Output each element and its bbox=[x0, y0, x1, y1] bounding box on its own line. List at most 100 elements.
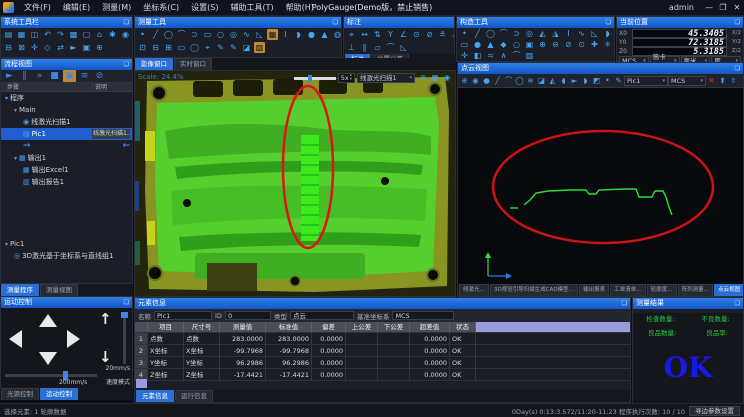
import-up-icon[interactable]: ⇧ bbox=[729, 75, 739, 86]
corner-icon[interactable]: ◩ bbox=[592, 75, 602, 86]
pin-icon[interactable]: ❏ bbox=[606, 17, 611, 28]
construct-peak-icon[interactable]: ◭ bbox=[537, 28, 548, 39]
view-all-icon[interactable]: ⊕ bbox=[460, 75, 470, 86]
tree-item[interactable]: ▾程序 bbox=[1, 92, 132, 104]
concentricity-icon[interactable]: ⊙ bbox=[411, 29, 422, 40]
construct-line-icon[interactable]: ╱ bbox=[472, 28, 483, 39]
jog-left-button[interactable] bbox=[9, 330, 22, 348]
profile-viewport[interactable] bbox=[458, 88, 743, 284]
construct-add-icon[interactable]: ✚ bbox=[589, 39, 600, 50]
camera-view-icon[interactable]: ◉ bbox=[471, 75, 481, 86]
tab-1[interactable]: 运动控制 bbox=[40, 388, 78, 400]
spinner-arrows-icon[interactable]: ▴▾ bbox=[350, 74, 352, 82]
line-icon[interactable]: ╱ bbox=[150, 29, 161, 40]
frame-icon[interactable]: ▢ bbox=[81, 29, 92, 40]
speed-slider-track[interactable] bbox=[123, 312, 126, 364]
grid-view-icon[interactable]: ▦ bbox=[430, 73, 440, 83]
construct-angle-icon[interactable]: ◺ bbox=[589, 28, 600, 39]
parallelism-icon[interactable]: ∥ bbox=[359, 42, 370, 53]
table-row[interactable]: 3Y坐标Y坐标96.298696.29860.00000.0000OK bbox=[135, 357, 630, 369]
ellipse-icon[interactable]: ○ bbox=[215, 29, 226, 40]
open-arc-icon[interactable]: ⊃ bbox=[189, 29, 200, 40]
construct-vertex-icon[interactable]: ∧ bbox=[498, 50, 509, 61]
slot-icon[interactable]: ◗ bbox=[293, 29, 304, 40]
tab-1[interactable]: 运行信息 bbox=[175, 390, 213, 402]
tree-item[interactable]: ▾▦输出1 bbox=[1, 152, 132, 164]
construct-plane-icon[interactable]: ▣ bbox=[524, 39, 535, 50]
construct-half-icon[interactable]: ◧ bbox=[472, 50, 483, 61]
distance-v-icon[interactable]: ⇅ bbox=[372, 29, 383, 40]
lock-icon[interactable]: ▣ bbox=[63, 70, 76, 82]
open-file-icon[interactable]: ▦ bbox=[16, 29, 27, 40]
menu-edit[interactable]: 编辑(E) bbox=[57, 0, 96, 16]
roi-rect-icon[interactable]: ▭ bbox=[176, 42, 187, 53]
close-icon[interactable]: ✕ bbox=[730, 0, 744, 16]
minimize-icon[interactable]: — bbox=[702, 0, 716, 16]
point-select-icon[interactable]: • bbox=[603, 75, 613, 86]
pin-icon[interactable]: ❏ bbox=[622, 298, 627, 309]
tree-item[interactable]: ◎3D激光基于坐标系与直线组1 bbox=[1, 250, 132, 262]
name-field[interactable]: Pic1 bbox=[154, 311, 212, 320]
home-icon[interactable]: ⌂ bbox=[94, 29, 105, 40]
stop-icon[interactable]: ■ bbox=[48, 70, 61, 82]
maximize-icon[interactable]: ❐ bbox=[716, 0, 730, 16]
construct-middle-icon[interactable]: ≍ bbox=[485, 50, 496, 61]
menu-coordinate[interactable]: 坐标系(C) bbox=[137, 0, 185, 16]
distance-h-icon[interactable]: ↔ bbox=[359, 29, 370, 40]
pin-icon[interactable]: ❏ bbox=[735, 63, 740, 74]
angle-icon[interactable]: ◺ bbox=[254, 29, 265, 40]
tab-0[interactable]: 元素信息 bbox=[136, 390, 174, 402]
step-icon[interactable]: » bbox=[33, 70, 46, 82]
curve-icon[interactable]: ∿ bbox=[241, 29, 252, 40]
construct-rect-icon[interactable]: ▭ bbox=[459, 39, 470, 50]
tab-4[interactable]: 轮廓度… bbox=[647, 284, 677, 296]
construct-mirror-icon[interactable]: ⊘ bbox=[563, 39, 574, 50]
pin-icon[interactable]: ❏ bbox=[124, 17, 129, 28]
camera-source-select[interactable]: 线激光扫描1▾ bbox=[357, 73, 415, 83]
close-window-icon[interactable]: ⊠ bbox=[16, 42, 27, 53]
clear-icon[interactable]: ✕ bbox=[707, 75, 717, 86]
zoom-spinner[interactable]: 5x▴▾ bbox=[338, 73, 355, 83]
construct-wave-icon[interactable]: ∿ bbox=[576, 28, 587, 39]
caliper-icon[interactable]: Y bbox=[385, 29, 396, 40]
height-map-image[interactable] bbox=[135, 71, 456, 297]
construct-union-icon[interactable]: ⊕ bbox=[537, 39, 548, 50]
sphere-view-icon[interactable]: ● bbox=[482, 75, 492, 86]
tab-0[interactable]: 光源控制 bbox=[1, 388, 39, 400]
expander-icon[interactable]: ▾ bbox=[14, 155, 17, 162]
construct-project-icon[interactable]: ⊙ bbox=[576, 39, 587, 50]
straightness-icon[interactable]: ◺ bbox=[398, 42, 409, 53]
zoom-in-icon[interactable]: ⊕ bbox=[94, 42, 105, 53]
image-viewport[interactable]: Scale: 24.4% 5x▴▾ 线激光扫描1▾ ⊕▦◉ bbox=[134, 70, 456, 297]
tab-0[interactable]: 线激光… bbox=[459, 284, 489, 296]
run-icon[interactable]: ► bbox=[3, 70, 16, 82]
construct-arc-icon[interactable]: ⌒ bbox=[498, 28, 509, 39]
jog-down-button[interactable] bbox=[39, 352, 57, 365]
construct-height-icon[interactable]: Ⅰ bbox=[563, 28, 574, 39]
diameter-icon[interactable]: ⊘ bbox=[424, 29, 435, 40]
crop-icon[interactable]: ◪ bbox=[537, 75, 547, 86]
region-icon[interactable]: ▣ bbox=[81, 42, 92, 53]
collapse-icon[interactable]: ⊟ bbox=[3, 42, 14, 53]
roi-box-icon[interactable]: ⊡ bbox=[137, 42, 148, 53]
construct-ellipse-icon[interactable]: ○ bbox=[511, 39, 522, 50]
construct-bridge-icon[interactable]: ⌒ bbox=[511, 50, 522, 61]
tab-0[interactable]: 影像窗口 bbox=[135, 58, 173, 70]
next-icon[interactable]: ◗ bbox=[581, 75, 591, 86]
cloud-frame-select[interactable]: MCS▾ bbox=[668, 76, 706, 86]
draw-icon[interactable]: ✎ bbox=[215, 42, 226, 53]
tab-1[interactable]: 测量视图 bbox=[40, 284, 78, 296]
tree-item[interactable]: ▤Pic1线激光扫描1… bbox=[1, 128, 132, 140]
roundness-icon[interactable]: ≗ bbox=[437, 29, 448, 40]
pick-icon[interactable]: ⌖ bbox=[202, 42, 213, 53]
cone-icon[interactable]: ▲ bbox=[319, 29, 330, 40]
tree-item[interactable]: ▦输出Excel1 bbox=[1, 164, 132, 176]
frame-field[interactable]: MCS bbox=[392, 311, 454, 320]
construct-subtract-icon[interactable]: ⊖ bbox=[550, 39, 561, 50]
construct-valley-icon[interactable]: ◮ bbox=[550, 28, 561, 39]
z-down-button[interactable]: ↓ bbox=[99, 350, 112, 364]
prev-icon[interactable]: ◖ bbox=[559, 75, 569, 86]
tree-item[interactable]: ▾Pic1 bbox=[1, 238, 132, 250]
menu-measure[interactable]: 测量(M) bbox=[96, 0, 137, 16]
perpendicularity-icon[interactable]: ⊥ bbox=[346, 42, 357, 53]
